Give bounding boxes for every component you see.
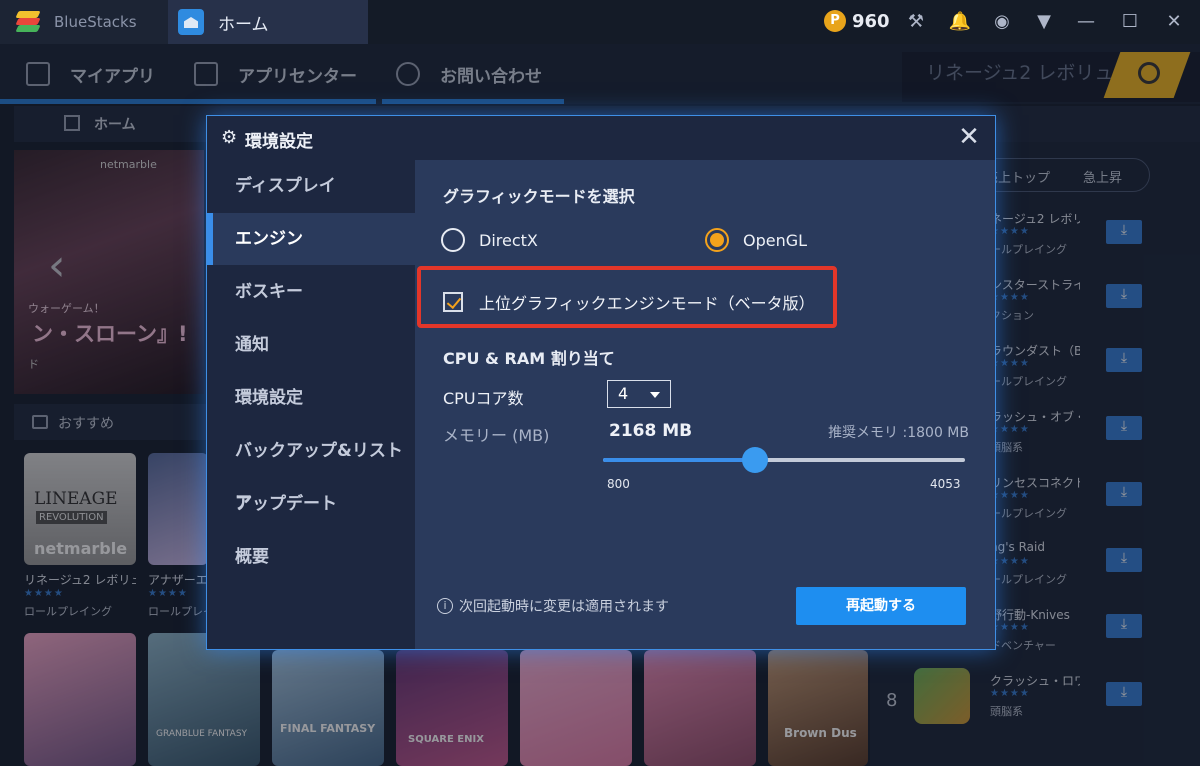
radio-opengl[interactable]: OpenGL	[705, 228, 807, 252]
coin-value: 960	[852, 10, 890, 32]
sidebar-item-preferences[interactable]: 環境設定	[207, 372, 415, 424]
chevron-down-icon	[650, 392, 660, 398]
minimize-icon[interactable]: —	[1074, 10, 1098, 34]
cpu-cores-label: CPUコア数	[443, 389, 524, 408]
restart-notice-text: 次回起動時に変更は適用されます	[459, 599, 669, 615]
sidebar-item-boss-key[interactable]: ボスキー	[207, 266, 415, 318]
advanced-engine-label: 上位グラフィックエンジンモード（ベータ版）	[479, 294, 815, 313]
bluestacks-logo-icon	[12, 11, 42, 33]
home-tab-label: ホーム	[218, 14, 269, 35]
graphics-mode-title: グラフィックモードを選択	[443, 187, 635, 206]
profile-icon[interactable]: ◉	[990, 10, 1014, 34]
restart-notice: i 次回起動時に変更は適用されます	[437, 596, 669, 616]
radio-opengl-label: OpenGL	[743, 230, 808, 250]
app-name: BlueStacks	[54, 13, 137, 31]
sidebar-item-engine[interactable]: エンジン	[207, 213, 415, 265]
sidebar-item-display[interactable]: ディスプレイ	[207, 160, 415, 212]
gear-icon: ⚙	[221, 127, 238, 148]
radio-directx-label: DirectX	[479, 230, 538, 250]
memory-label: メモリー (MB)	[443, 426, 550, 445]
home-icon	[178, 9, 204, 35]
coin-balance[interactable]: P 960	[824, 10, 890, 32]
memory-value: 2168 MB	[609, 421, 693, 441]
advanced-engine-checkbox[interactable]: 上位グラフィックエンジンモード（ベータ版）	[443, 290, 815, 314]
close-button[interactable]: ✕	[953, 122, 985, 154]
hammer-icon[interactable]: ⚒	[904, 10, 928, 34]
bluestacks-tab[interactable]: BlueStacks	[0, 0, 168, 44]
menu-icon[interactable]: ▼	[1032, 10, 1056, 34]
dialog-header: ⚙ 環境設定 ✕	[207, 116, 995, 160]
cpu-ram-title: CPU & RAM 割り当て	[443, 349, 615, 368]
restart-button[interactable]: 再起動する	[796, 587, 966, 625]
info-icon: i	[437, 598, 453, 614]
radio-indicator	[705, 228, 729, 252]
maximize-icon[interactable]: ☐	[1118, 10, 1142, 34]
dialog-title: 環境設定	[245, 132, 313, 152]
close-window-icon[interactable]: ✕	[1162, 10, 1186, 34]
title-bar: BlueStacks ホーム P 960 ⚒ 🔔 ◉ ▼ — ☐ ✕	[0, 0, 1200, 44]
cpu-cores-value: 4	[618, 384, 629, 403]
coin-icon: P	[824, 10, 846, 32]
checkbox-indicator	[443, 292, 463, 312]
sidebar-item-about[interactable]: 概要	[207, 531, 415, 583]
memory-slider[interactable]	[603, 447, 965, 473]
home-tab[interactable]: ホーム	[168, 0, 368, 44]
settings-sidebar: ディスプレイ エンジン ボスキー 通知 環境設定 バックアップ&リストア アップ…	[207, 160, 415, 649]
radio-indicator	[441, 228, 465, 252]
sidebar-item-backup-restore[interactable]: バックアップ&リストア	[207, 425, 415, 513]
sidebar-item-update[interactable]: アップデート	[207, 478, 415, 530]
cpu-cores-select[interactable]: 4	[607, 380, 671, 408]
memory-recommended: 推奨メモリ :1800 MB	[828, 425, 969, 441]
radio-directx[interactable]: DirectX	[441, 228, 538, 252]
slider-min-label: 800	[607, 477, 630, 491]
slider-max-label: 4053	[930, 477, 961, 491]
bell-icon[interactable]: 🔔	[948, 10, 972, 34]
sidebar-item-notifications[interactable]: 通知	[207, 319, 415, 371]
slider-fill	[603, 458, 756, 462]
settings-dialog: ⚙ 環境設定 ✕ ディスプレイ エンジン ボスキー 通知 環境設定 バックアップ…	[206, 115, 996, 650]
